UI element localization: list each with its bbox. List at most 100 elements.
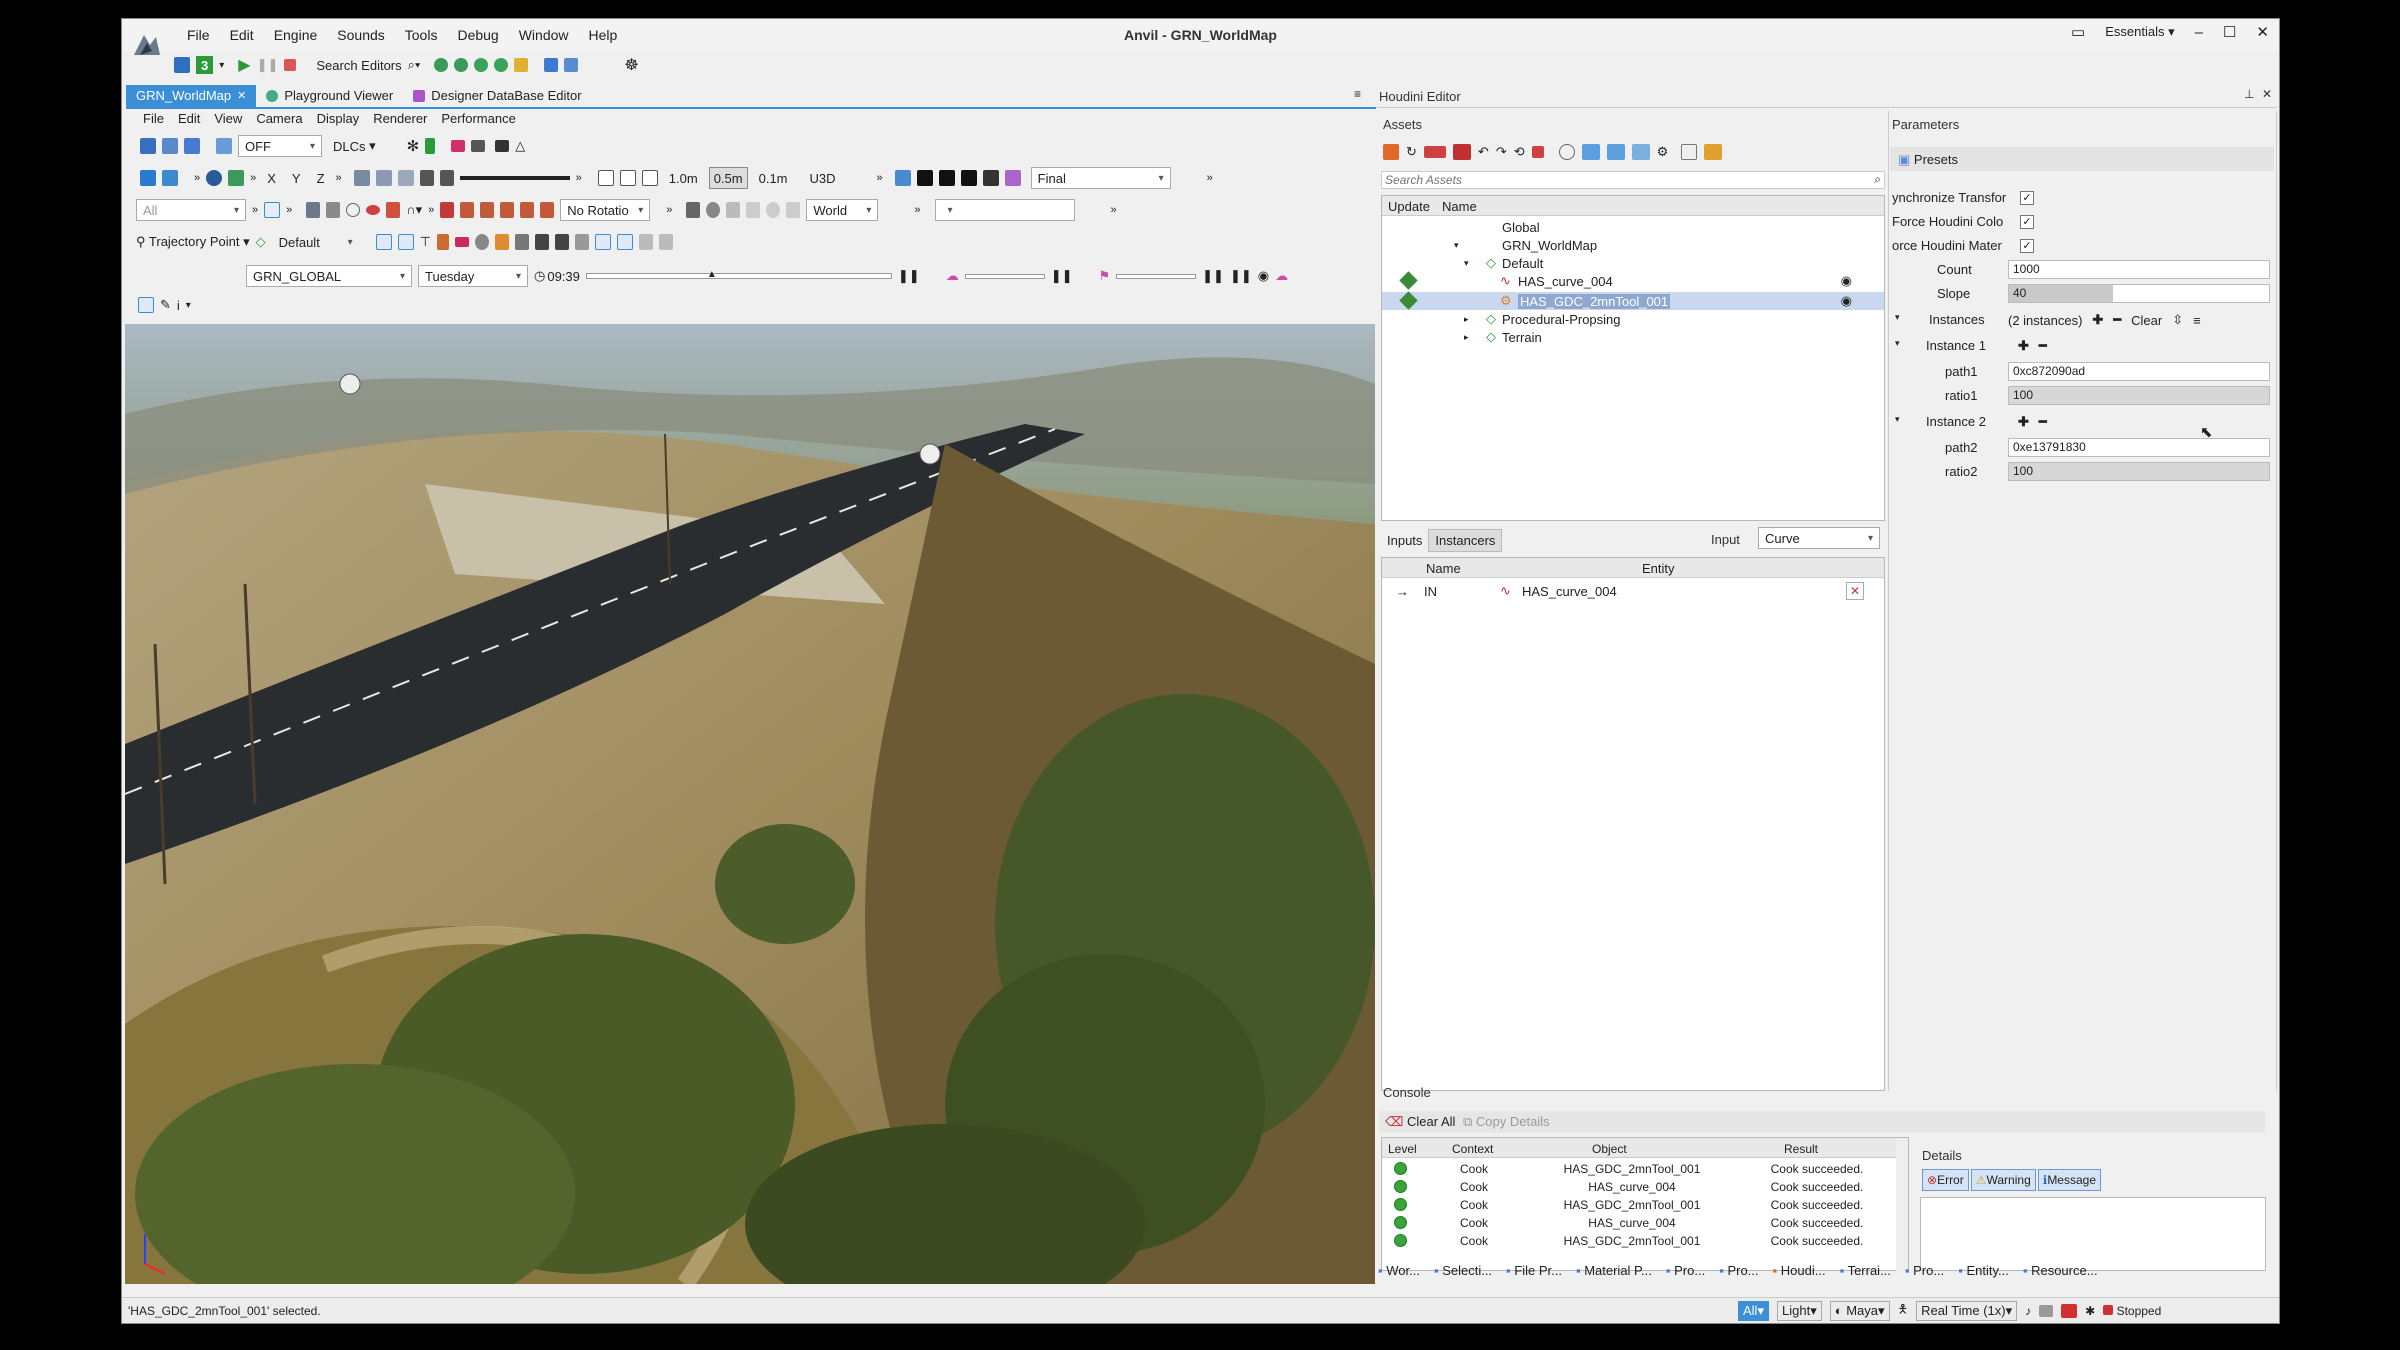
bottom-tab-5[interactable]: ▪ Pro... (1666, 1263, 1705, 1278)
hand-icon[interactable] (326, 202, 341, 218)
grid-icon[interactable] (574, 234, 589, 250)
maximize-button[interactable]: ☐ (2223, 23, 2236, 41)
trajectory-dropdown[interactable]: ⚲ Trajectory Point ▾ (136, 234, 250, 250)
bug-icon[interactable]: ☸ (624, 55, 638, 75)
pin-icon[interactable]: ⊥ (2244, 87, 2254, 101)
copy-details-button[interactable]: ⧉ Copy Details (1463, 1114, 1550, 1130)
pause-icon[interactable]: ❚❚ (1051, 268, 1073, 284)
more-icon[interactable]: » (250, 172, 256, 184)
more-icon[interactable]: » (252, 204, 258, 216)
save-all-icon[interactable] (162, 138, 178, 154)
count-field[interactable]: 1000 (2008, 260, 2270, 279)
filter-error-button[interactable]: ⊗ Error (1922, 1169, 1969, 1191)
layer-dropdown[interactable]: Default (272, 231, 360, 253)
stop-icon[interactable] (284, 59, 297, 71)
scale-tool-icon[interactable] (726, 202, 741, 218)
filter-all-dropdown[interactable]: All (136, 199, 246, 221)
save-icon[interactable] (174, 57, 190, 73)
snap-1m-button[interactable]: 1.0m (664, 167, 703, 189)
tab-instancers[interactable]: Instancers (1428, 529, 1503, 552)
snap-vertex-icon[interactable] (397, 234, 414, 250)
search-assets-input[interactable] (1382, 172, 1852, 188)
tab-playground-viewer[interactable]: Playground Viewer (256, 85, 403, 107)
bottom-tab-6[interactable]: ▪ Pro... (1719, 1263, 1758, 1278)
time-slider[interactable]: ▲ (585, 269, 892, 280)
tree-node-has-curve-004[interactable]: ∿ HAS_curve_004 ◉ (1382, 271, 1884, 290)
input-row[interactable]: → IN ∿ HAS_curve_004 ✕ (1382, 582, 1884, 600)
grid-icon[interactable] (1681, 144, 1698, 160)
sphere-icon[interactable] (474, 234, 489, 250)
remove-instance-button[interactable]: ━ (2113, 312, 2121, 328)
more-icon[interactable]: » (576, 172, 582, 184)
workspace-dropdown[interactable]: Essentials ▾ (2105, 24, 2174, 40)
light-icon[interactable] (982, 170, 999, 186)
info-icon[interactable]: i (177, 298, 180, 313)
grid-snap-icon[interactable] (594, 234, 611, 250)
rotate-icon[interactable] (706, 202, 721, 218)
close-icon[interactable]: ✕ (2262, 87, 2272, 101)
camera-icon[interactable] (471, 140, 486, 152)
input-type-dropdown[interactable]: Curve (1758, 527, 1880, 549)
insert-icon[interactable]: ⇳ (2172, 312, 2183, 328)
curve-tool-icon[interactable] (1606, 144, 1625, 160)
u3d-button[interactable]: U3D (805, 167, 841, 189)
po-icon[interactable] (916, 170, 933, 186)
search-icon[interactable]: ⌕▾ (408, 57, 421, 73)
split-view-icon[interactable] (162, 170, 178, 186)
mesh-icon[interactable] (534, 234, 549, 250)
bottom-tab-11[interactable]: ▪ Resource... (2023, 1263, 2098, 1278)
pivot-icon[interactable] (746, 202, 761, 218)
axis-z-button[interactable]: Z (312, 167, 330, 189)
console-row[interactable]: Cook HAS_curve_004 Cook succeeded. (1382, 1178, 1908, 1196)
axis-x-button[interactable]: X (262, 167, 281, 189)
ratio1-slider[interactable]: 100 (2008, 386, 2270, 405)
add-instance-button[interactable]: ✚ (2092, 312, 2103, 328)
expand-icon[interactable]: ▸ (1464, 332, 1486, 343)
weather-slider[interactable] (964, 273, 1045, 279)
column-name[interactable]: Name (1442, 199, 1477, 214)
more-icon[interactable]: » (336, 172, 342, 184)
viewport-menu-renderer[interactable]: Renderer (366, 111, 434, 126)
day-dropdown[interactable]: Tuesday (418, 265, 528, 287)
bookmark-icon[interactable] (425, 138, 436, 154)
dropdown-icon[interactable]: ▾ (186, 300, 191, 311)
network-icon[interactable] (494, 58, 509, 72)
light-dropdown[interactable]: Light ▾ (1776, 1300, 1822, 1321)
orbit-icon[interactable] (346, 203, 361, 217)
tree-node-terrain[interactable]: ▸ ◇ Terrain (1382, 328, 1884, 346)
pause-icon[interactable]: ❚❚ (1230, 268, 1252, 284)
clear-instances-button[interactable]: Clear (2131, 313, 2162, 328)
toggle-dropdown[interactable]: OFF (238, 135, 322, 157)
instances-expand-icon[interactable]: ▾ (1895, 312, 1900, 323)
more-icon[interactable]: » (877, 172, 883, 184)
bug-icon[interactable]: ✱ (2085, 1304, 2095, 1318)
diamond-icon[interactable] (658, 234, 673, 250)
tree-node-default[interactable]: ▾ ◇ Default (1382, 254, 1884, 272)
screen-icon[interactable] (495, 140, 510, 152)
badge-dropdown-icon[interactable]: ▾ (219, 60, 224, 71)
bottom-tab-10[interactable]: ▪ Entity... (1958, 1263, 2009, 1278)
sync-transform-checkbox[interactable]: ✓ (2020, 190, 2034, 205)
close-button[interactable]: ✕ (2256, 23, 2269, 41)
tree-node-procedural-propsing[interactable]: ▸ ◇ Procedural-Propsing (1382, 310, 1884, 328)
render-mode-dropdown[interactable]: Final (1030, 167, 1171, 189)
tab-grn-worldmap[interactable]: GRN_WorldMap ✕ (126, 85, 257, 107)
search-icon[interactable]: ⌕ (1874, 172, 1881, 187)
settings-icon[interactable] (564, 58, 579, 72)
bake-icon[interactable] (1704, 144, 1723, 160)
save-icon[interactable] (140, 138, 156, 154)
cook-icon[interactable] (1558, 144, 1575, 160)
redo-icon[interactable]: ↷ (1496, 144, 1507, 160)
select-icon[interactable] (264, 202, 281, 218)
grid-icon[interactable] (439, 170, 454, 186)
shield-icon[interactable] (353, 170, 370, 186)
more-icon[interactable]: » (666, 204, 672, 216)
tree-node-grn-worldmap[interactable]: ▾ GRN_WorldMap (1382, 236, 1884, 254)
record-icon[interactable] (2061, 1303, 2078, 1318)
force-material-checkbox[interactable]: ✓ (2020, 238, 2034, 253)
copy-icon[interactable] (216, 138, 232, 154)
tab-designer-database-editor[interactable]: Designer DataBase Editor (403, 85, 591, 107)
add-button[interactable]: ✚ (2018, 414, 2029, 430)
zoom-icon[interactable] (306, 202, 321, 218)
pause-icon[interactable]: ❚❚ (898, 268, 920, 284)
